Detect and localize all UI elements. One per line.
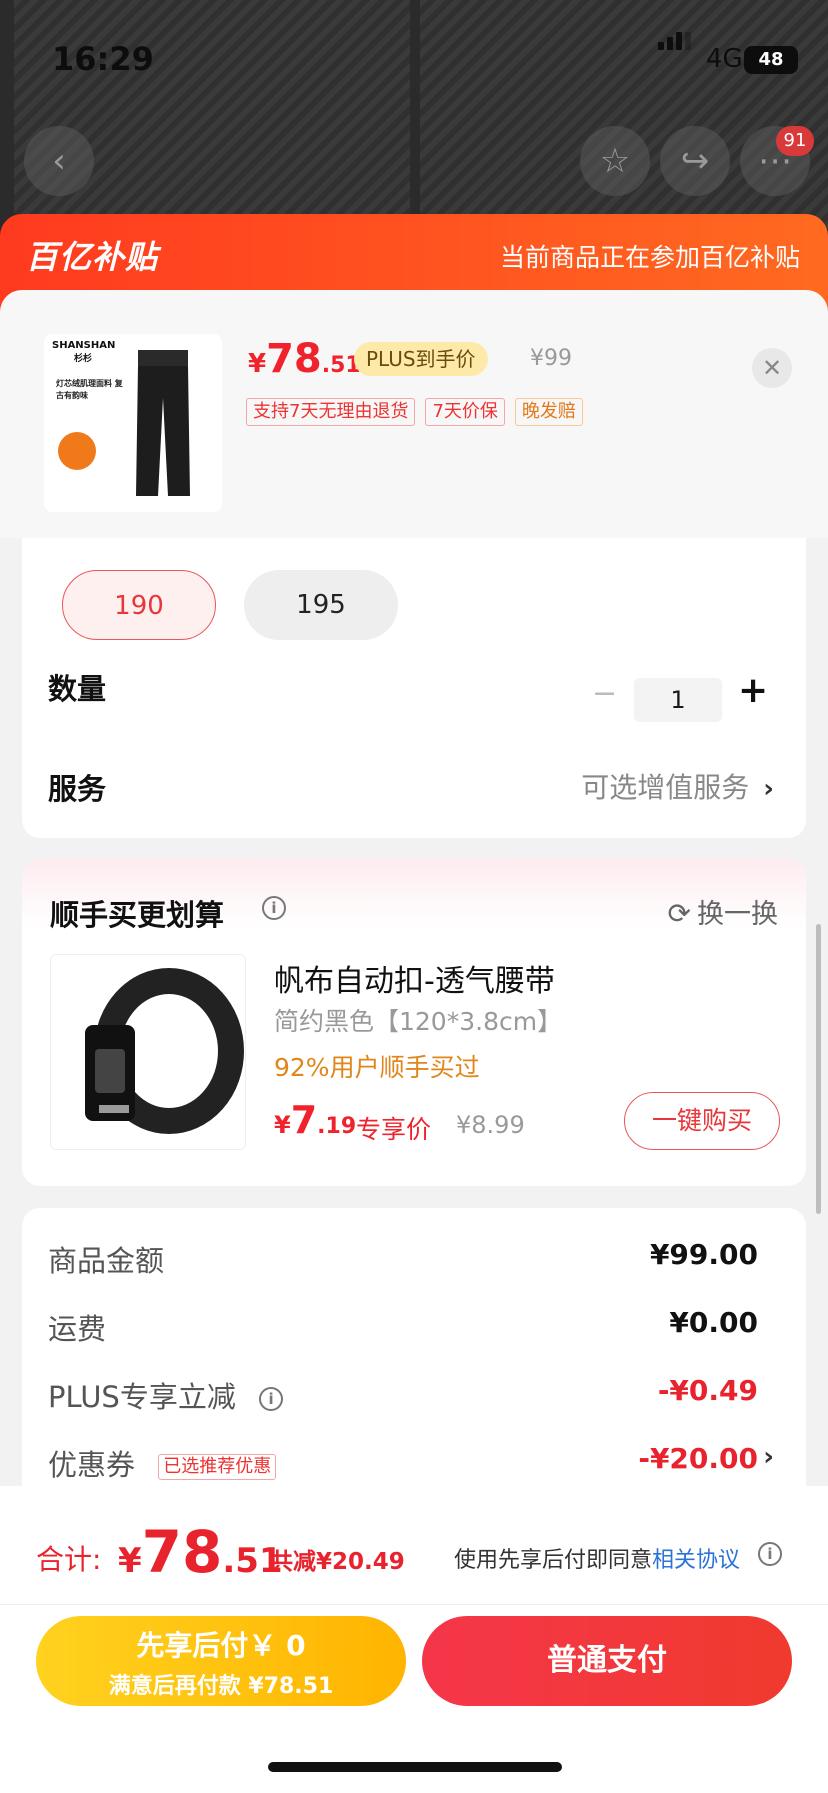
order-summary: 商品金额 ¥99.00 运费 ¥0.00 PLUS专享立减 i -¥0.49 优… [22, 1208, 806, 1508]
pay-later-title: 先享后付￥ 0 [136, 1629, 306, 1662]
checkout-bar: 合计: ¥78.51 共减¥20.49 使用先享后付即同意相关协议 i 先享后付… [0, 1486, 828, 1793]
addon-spec: 简约黑色【120*3.8cm】 [274, 1007, 563, 1036]
product-price: ¥78.51 [248, 336, 361, 382]
quantity-increase-button[interactable]: + [738, 670, 768, 711]
thumb-brand: SHANSHAN 杉杉 [52, 340, 116, 364]
info-icon[interactable]: i [259, 1387, 284, 1411]
network-label: 4G [706, 44, 743, 74]
addon-exclusive-label: 专享价 [356, 1115, 432, 1144]
pay-later-button[interactable]: 先享后付￥ 0 满意后再付款 ¥78.51 [36, 1616, 406, 1706]
product-thumbnail[interactable]: SHANSHAN 杉杉 灯芯绒肌理面料 复古有韵味 [44, 334, 222, 512]
product-header: SHANSHAN 杉杉 灯芯绒肌理面料 复古有韵味 ¥78.51 PLUS到手价 … [0, 290, 828, 538]
goods-label: 商品金额 [48, 1244, 165, 1278]
original-price: ¥99 [530, 346, 572, 371]
addon-original-price: ¥8.99 [456, 1111, 525, 1139]
close-icon: ✕ [761, 354, 783, 382]
goods-value: ¥99.00 [649, 1238, 758, 1271]
quantity-input[interactable]: 1 [634, 678, 722, 722]
tag-return: 支持7天无理由退货 [246, 398, 416, 426]
tag-price-protect: 7天价保 [425, 398, 505, 426]
quantity-label: 数量 [48, 672, 107, 706]
coupon-label: 优惠券 [48, 1448, 136, 1482]
plus-discount-value: -¥0.49 [657, 1374, 758, 1407]
service-selector[interactable]: 可选增值服务 › [581, 766, 774, 806]
share-button[interactable]: ↪ [660, 126, 730, 196]
total-savings: 共减¥20.49 [270, 1549, 405, 1575]
info-icon[interactable]: i [758, 1542, 782, 1566]
star-icon: ☆ [599, 141, 631, 181]
share-icon: ↪ [680, 141, 710, 181]
status-time: 16:29 [52, 40, 154, 78]
subsidy-logo: 百亿补贴 [26, 238, 159, 276]
quantity-decrease-button[interactable]: − [592, 676, 617, 711]
addon-name[interactable]: 帆布自动扣-透气腰带 [274, 956, 555, 1000]
shipping-label: 运费 [48, 1312, 107, 1346]
chevron-right-icon[interactable]: › [763, 1442, 774, 1472]
service-tags: 支持7天无理由退货 7天价保 晚发赔 [246, 398, 583, 426]
plus-price-tag: PLUS到手价 [354, 342, 488, 376]
shipping-value: ¥0.00 [669, 1306, 758, 1339]
pants-image [136, 350, 190, 496]
one-click-buy-button[interactable]: 一键购买 [624, 1092, 780, 1150]
belt-image[interactable] [50, 954, 246, 1150]
battery-icon: 48 [744, 46, 798, 74]
summary-plus-row: PLUS专享立减 i -¥0.49 [48, 1374, 758, 1414]
coupon-value: -¥20.00 [638, 1442, 758, 1475]
service-label: 服务 [48, 772, 107, 806]
summary-coupon-row[interactable]: 优惠券 已选推荐优惠 -¥20.00 [48, 1442, 758, 1482]
close-button[interactable]: ✕ [752, 348, 792, 388]
size-option-selected[interactable]: 190 [62, 570, 216, 640]
status-bar: 16:29 4G 48 [0, 0, 828, 120]
info-icon[interactable]: i [262, 896, 286, 920]
summary-shipping-row: 运费 ¥0.00 [48, 1306, 758, 1346]
refresh-label: 换一换 [697, 899, 778, 930]
favorite-button[interactable]: ☆ [580, 126, 650, 196]
addon-title: 顺手买更划算 [50, 898, 225, 932]
size-option[interactable]: 195 [244, 570, 398, 640]
service-value: 可选增值服务 [581, 771, 750, 804]
addon-price: ¥7.19 [274, 1098, 357, 1142]
total-label: 合计: [36, 1543, 102, 1576]
normal-pay-button[interactable]: 普通支付 [422, 1616, 792, 1706]
cart-badge: 91 [776, 126, 814, 156]
plus-discount-label: PLUS专享立减 [48, 1380, 236, 1414]
options-card: 190 195 数量 − 1 + 服务 可选增值服务 › [22, 538, 806, 838]
subsidy-note: 当前商品正在参加百亿补贴 [499, 243, 800, 272]
pay-later-subtitle: 满意后再付款 ¥78.51 [108, 1674, 334, 1699]
divider [0, 1604, 828, 1605]
total-amount: ¥78.51 [118, 1518, 283, 1586]
addon-social-proof: 92%用户顺手买过 [274, 1053, 480, 1082]
coupon-tag: 已选推荐优惠 [158, 1454, 277, 1480]
addon-card: 顺手买更划算 i ⟳ 换一换 帆布自动扣-透气腰带 简约黑色【120*3.8cm】… [22, 858, 806, 1186]
agreement-link[interactable]: 相关协议 [652, 1548, 740, 1573]
summary-goods-row: 商品金额 ¥99.00 [48, 1238, 758, 1278]
agreement-text: 使用先享后付即同意相关协议 [454, 1548, 741, 1573]
chevron-right-icon: › [763, 774, 774, 804]
belt-icon [85, 968, 244, 1134]
refresh-button[interactable]: ⟳ 换一换 [668, 892, 778, 931]
refresh-icon: ⟳ [667, 897, 691, 930]
home-indicator [268, 1762, 562, 1772]
fabric-swatch [58, 432, 96, 470]
back-button[interactable]: ‹ [24, 126, 94, 196]
scrollbar[interactable] [816, 924, 821, 1214]
chevron-left-icon: ‹ [52, 141, 66, 181]
thumb-caption: 灯芯绒肌理面料 复古有韵味 [56, 379, 123, 400]
tag-late-delivery: 晚发赔 [514, 398, 583, 426]
